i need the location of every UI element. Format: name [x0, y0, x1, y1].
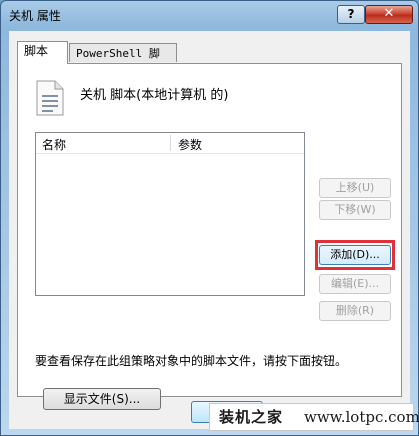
- help-button[interactable]: ?: [337, 5, 365, 24]
- list-header: 名称 参数: [36, 133, 304, 154]
- tab-scripts[interactable]: 脚本: [17, 41, 68, 64]
- title-bar[interactable]: 关机 属性 ? ✕: [1, 1, 418, 31]
- move-down-button[interactable]: 下移(W): [319, 200, 391, 220]
- close-icon: ✕: [383, 6, 395, 21]
- column-separator: [170, 135, 171, 151]
- remove-button[interactable]: 删除(R): [319, 301, 391, 321]
- hint-text: 要查看保存在此组策略对象中的脚本文件，请按下面按钮。: [35, 354, 348, 368]
- watermark-banner: 装机之家 www.lotpc.com: [209, 403, 419, 431]
- script-title: 关机 脚本(本地计算机 的): [80, 88, 229, 103]
- close-button[interactable]: ✕: [365, 5, 413, 24]
- scripts-list[interactable]: 名称 参数: [35, 132, 305, 296]
- watermark-brand: 装机之家: [219, 408, 284, 426]
- add-button[interactable]: 添加(D)...: [319, 245, 391, 265]
- tab-powershell-scripts[interactable]: PowerShell 脚本: [69, 43, 177, 79]
- dialog-client: 脚本 PowerShell 脚本 关机 脚本(本地计算机 的) 名称 参数 上移…: [9, 31, 410, 429]
- watermark-url: www.lotpc.com: [304, 408, 419, 426]
- scripts-panel: 关机 脚本(本地计算机 的) 名称 参数 上移(U) 下移(W) 添加(D)..…: [17, 63, 402, 410]
- column-header-name[interactable]: 名称: [42, 136, 66, 153]
- column-header-parameters[interactable]: 参数: [178, 136, 202, 153]
- move-up-button[interactable]: 上移(U): [319, 178, 391, 198]
- edit-button[interactable]: 编辑(E)...: [319, 274, 391, 294]
- help-icon: ?: [347, 7, 355, 21]
- properties-window: 关机 属性 ? ✕ 脚本 PowerShell 脚本 关机 脚本(本地计算机 的…: [0, 0, 419, 436]
- show-files-button[interactable]: 显示文件(S)...: [43, 388, 161, 410]
- window-title: 关机 属性: [9, 9, 61, 23]
- script-document-icon: [36, 80, 64, 116]
